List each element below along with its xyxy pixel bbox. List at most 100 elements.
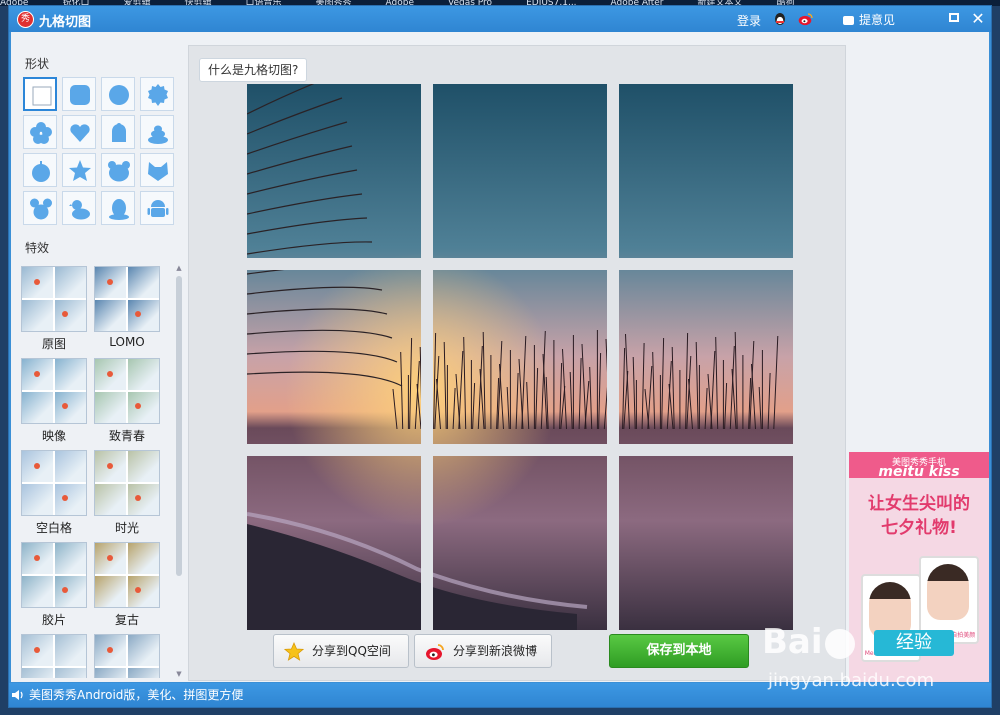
- scroll-thumb[interactable]: [176, 276, 182, 576]
- share-weibo-button[interactable]: 分享到新浪微博: [414, 634, 552, 668]
- effect-thumbnail: [21, 266, 87, 332]
- shape-option-square[interactable]: [23, 77, 57, 111]
- thumbnail-lantern: [107, 555, 113, 561]
- share-qzone-button[interactable]: 分享到QQ空间: [273, 634, 409, 668]
- ad-headline-line2: 七夕礼物!: [881, 518, 957, 538]
- shape-option-duck[interactable]: [62, 191, 96, 225]
- shape-option-android[interactable]: [140, 191, 174, 225]
- thumbnail-cell: [128, 392, 159, 423]
- grid-tile: [247, 84, 421, 258]
- close-button[interactable]: ✕: [969, 10, 987, 28]
- effect-option[interactable]: [21, 634, 87, 678]
- sunset-photo-slice: [247, 270, 421, 444]
- thumbnail-cell: [128, 668, 159, 678]
- maximize-icon: [949, 13, 959, 22]
- shape-option-flower[interactable]: [23, 115, 57, 149]
- effect-option[interactable]: 致青春: [94, 358, 160, 444]
- rounded-square-icon: [70, 85, 90, 105]
- effect-label: 映像: [41, 429, 66, 443]
- baidu-jingyan-watermark: Bai 经验 jingyan.baidu.com: [762, 622, 992, 702]
- shape-option-badge[interactable]: [140, 77, 174, 111]
- thumbnail-cell: [55, 392, 86, 423]
- thumbnail-lantern: [135, 587, 141, 593]
- shape-option-star[interactable]: [62, 153, 96, 187]
- speaker-icon: [12, 690, 23, 700]
- shape-option-cat[interactable]: [140, 153, 174, 187]
- thumbnail-cell: [128, 300, 159, 331]
- save-to-local-button[interactable]: 保存到本地: [609, 634, 749, 668]
- badge-icon: [148, 84, 168, 106]
- sunset-photo-slice: [247, 84, 421, 258]
- title-bar: 秀 九格切图 登录 提意见 ✕: [9, 6, 991, 32]
- effect-label: 原图: [41, 337, 66, 351]
- shape-option-bear[interactable]: [101, 153, 135, 187]
- effect-thumbnail: [21, 634, 87, 678]
- thumbnail-lantern: [34, 463, 40, 469]
- scroll-up-icon[interactable]: ▲: [175, 264, 183, 272]
- chat-bubble-icon: [843, 16, 854, 25]
- star-icon: [284, 642, 304, 661]
- feedback-link[interactable]: 提意见: [843, 11, 895, 28]
- thumbnail-cell: [55, 451, 86, 482]
- thumbnail-lantern: [135, 495, 141, 501]
- scroll-down-icon[interactable]: ▼: [175, 670, 183, 678]
- thumbnail-cell: [22, 484, 53, 515]
- star-icon: [69, 160, 91, 181]
- effect-option[interactable]: 原图: [21, 266, 87, 352]
- shape-option-mouse[interactable]: [23, 191, 57, 225]
- baidu-logo: Bai: [762, 622, 857, 662]
- qq-penguin-icon[interactable]: [773, 12, 787, 26]
- shape-option-bell[interactable]: [101, 115, 135, 149]
- ad-model-image: [927, 564, 969, 620]
- shape-option-heart[interactable]: [62, 115, 96, 149]
- effect-option[interactable]: 映像: [21, 358, 87, 444]
- thumbnail-cell: [128, 451, 159, 482]
- feedback-label: 提意见: [859, 13, 896, 27]
- effects-scrollbar[interactable]: ▲ ▼: [175, 264, 183, 678]
- android-icon: [147, 200, 169, 217]
- thumbnail-cell: [55, 359, 86, 390]
- effect-label: 胶片: [41, 613, 66, 627]
- status-promo-text[interactable]: 美图秀秀Android版，美化、拼图更方便: [29, 683, 243, 707]
- shape-option-rounded-square[interactable]: [62, 77, 96, 111]
- what-is-nine-grid-button[interactable]: 什么是九格切图?: [199, 58, 308, 82]
- effect-thumbnail: [21, 542, 87, 608]
- nine-grid-preview: [247, 84, 793, 630]
- grid-tile: [619, 270, 793, 444]
- effect-option[interactable]: LOMO: [94, 266, 160, 349]
- maximize-button[interactable]: [945, 10, 963, 28]
- paw-icon: [824, 628, 855, 659]
- grid-tile: [433, 456, 607, 630]
- bear-icon: [108, 161, 130, 182]
- effect-option[interactable]: 时光: [94, 450, 160, 536]
- shape-option-circle[interactable]: [101, 77, 135, 111]
- thumbnail-lantern: [135, 311, 141, 317]
- thumbnail-cell: [55, 300, 86, 331]
- effect-thumbnail: [21, 450, 87, 516]
- heart-icon: [70, 124, 90, 142]
- weibo-icon[interactable]: [798, 12, 813, 26]
- thumbnail-lantern: [34, 371, 40, 377]
- effect-thumbnail: [94, 634, 160, 678]
- close-icon: ✕: [971, 9, 985, 28]
- shape-option-poop[interactable]: [140, 115, 174, 149]
- window-title: 九格切图: [39, 15, 92, 30]
- shape-option-apple[interactable]: [23, 153, 57, 187]
- app-window: 秀 九格切图 登录 提意见 ✕ 形状 特效 原图 LOMO 映像 致青春 空白格 时光 胶片…: [8, 5, 992, 708]
- effect-label: 致青春: [108, 429, 145, 443]
- effects-list[interactable]: 原图 LOMO 映像 致青春空白格 时光胶片 复古: [11, 260, 175, 678]
- effect-option[interactable]: 空白格: [21, 450, 87, 536]
- thumbnail-cell: [22, 668, 53, 678]
- login-link[interactable]: 登录: [737, 12, 761, 29]
- shapes-label: 形状: [25, 57, 50, 71]
- apple-icon: [32, 161, 50, 182]
- thumbnail-lantern: [62, 403, 68, 409]
- thumbnail-cell: [95, 668, 126, 678]
- effect-option[interactable]: 胶片: [21, 542, 87, 628]
- effect-option[interactable]: 复古: [94, 542, 160, 628]
- share-qzone-label: 分享到QQ空间: [312, 644, 391, 658]
- shape-option-penguin[interactable]: [101, 191, 135, 225]
- thumbnail-lantern: [107, 371, 113, 377]
- thumbnail-cell: [55, 576, 86, 607]
- effect-option[interactable]: [94, 634, 160, 678]
